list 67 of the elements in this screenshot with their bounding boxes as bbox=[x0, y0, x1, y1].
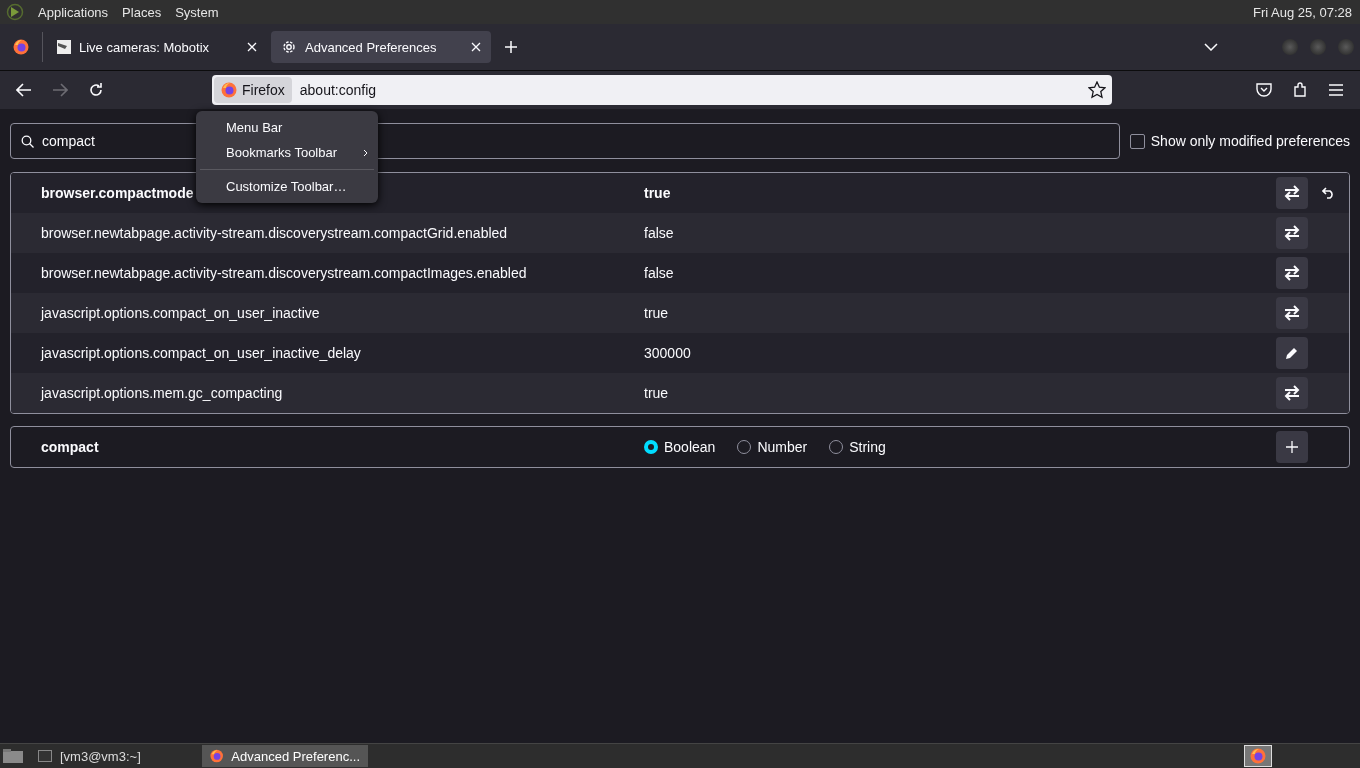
taskbar-button[interactable]: [vm3@vm3:~] bbox=[30, 745, 196, 767]
toggle-button[interactable] bbox=[1276, 177, 1308, 209]
browser-logo-icon bbox=[221, 82, 237, 98]
panel-menu[interactable]: System bbox=[175, 4, 219, 20]
preference-name: javascript.options.compact_on_user_inactive_delay bbox=[41, 345, 361, 361]
preference-value: false bbox=[644, 225, 675, 241]
preference-name: javascript.options.mem.gc_compacting bbox=[41, 385, 283, 401]
star-icon[interactable] bbox=[1088, 81, 1106, 99]
preference-name: browser.newtabpage.activity-stream.discoverystream.compactGrid.enabled bbox=[41, 225, 508, 241]
panel-menu[interactable]: Places bbox=[122, 4, 162, 20]
toggle-icon bbox=[1283, 185, 1301, 201]
start-icon[interactable] bbox=[6, 3, 24, 21]
pocket-icon[interactable] bbox=[1256, 83, 1272, 97]
browser-tab[interactable]: Live cameras: Mobotix bbox=[47, 31, 267, 63]
address-bar[interactable]: Firefox about:config bbox=[212, 75, 1112, 105]
browser-logo-icon bbox=[13, 39, 29, 55]
toggle-button[interactable] bbox=[1276, 257, 1308, 289]
checkbox-label[interactable]: Show only modified preferences bbox=[1150, 133, 1350, 149]
camera-icon bbox=[57, 40, 71, 54]
toggle-button[interactable] bbox=[1276, 377, 1308, 409]
browser-tab[interactable]: Advanced Preferences bbox=[271, 31, 491, 63]
chevron-icon bbox=[363, 148, 368, 157]
forward-icon[interactable] bbox=[52, 83, 68, 97]
chevron-icon[interactable] bbox=[1204, 43, 1218, 51]
search-icon bbox=[21, 134, 34, 148]
puzzle-icon[interactable] bbox=[1292, 82, 1308, 98]
preference-value: false bbox=[644, 265, 675, 281]
toggle-icon bbox=[1283, 305, 1301, 321]
pencil-icon bbox=[1285, 346, 1299, 360]
menu-icon[interactable] bbox=[1328, 84, 1344, 96]
reset-icon[interactable] bbox=[1321, 187, 1336, 199]
taskbar-button[interactable]: Advanced Preferenc... bbox=[202, 745, 368, 767]
identity-label[interactable]: Firefox bbox=[214, 77, 292, 103]
radio-label[interactable]: Boolean bbox=[664, 439, 716, 455]
new-tab-icon[interactable] bbox=[505, 41, 517, 53]
preference-name: browser.newtabpage.activity-stream.discoverystream.compactImages.enabled bbox=[41, 265, 527, 281]
toggle-icon bbox=[1283, 225, 1301, 241]
settings-icon bbox=[281, 39, 297, 55]
panel-menu[interactable]: Applications bbox=[38, 4, 109, 20]
menu-item[interactable]: Customize Toolbar… bbox=[196, 174, 378, 199]
checkbox[interactable] bbox=[1129, 133, 1145, 149]
toggle-button[interactable] bbox=[1276, 297, 1308, 329]
radio-label[interactable]: Number bbox=[757, 439, 808, 455]
preference-name: javascript.options.compact_on_user_inactive bbox=[41, 305, 320, 321]
plus-icon bbox=[1286, 441, 1298, 453]
folder-icon[interactable] bbox=[2, 748, 24, 764]
preference-value: true bbox=[644, 305, 670, 321]
toggle-button[interactable] bbox=[1276, 217, 1308, 249]
clock: Fri Aug 25, 07:28 bbox=[1253, 4, 1352, 20]
url-text: about:config bbox=[298, 82, 378, 98]
edit-button[interactable] bbox=[1276, 337, 1308, 369]
browser-logo-icon bbox=[210, 748, 224, 764]
reload-icon[interactable] bbox=[88, 82, 104, 98]
back-icon[interactable] bbox=[16, 83, 32, 97]
terminal-icon bbox=[38, 750, 52, 762]
radio-button[interactable] bbox=[644, 440, 658, 454]
new-preference-name: compact bbox=[41, 439, 100, 455]
preference-name: browser.compactmode bbox=[41, 185, 194, 201]
search-text: compact bbox=[42, 133, 95, 149]
preference-value: true bbox=[644, 185, 672, 201]
browser-logo-icon bbox=[1250, 748, 1266, 764]
preference-value: true bbox=[644, 385, 670, 401]
radio-label[interactable]: String bbox=[849, 439, 886, 455]
add-button[interactable] bbox=[1276, 431, 1308, 463]
preference-value: 300000 bbox=[644, 345, 692, 361]
toggle-icon bbox=[1283, 265, 1301, 281]
toggle-icon bbox=[1283, 385, 1301, 401]
